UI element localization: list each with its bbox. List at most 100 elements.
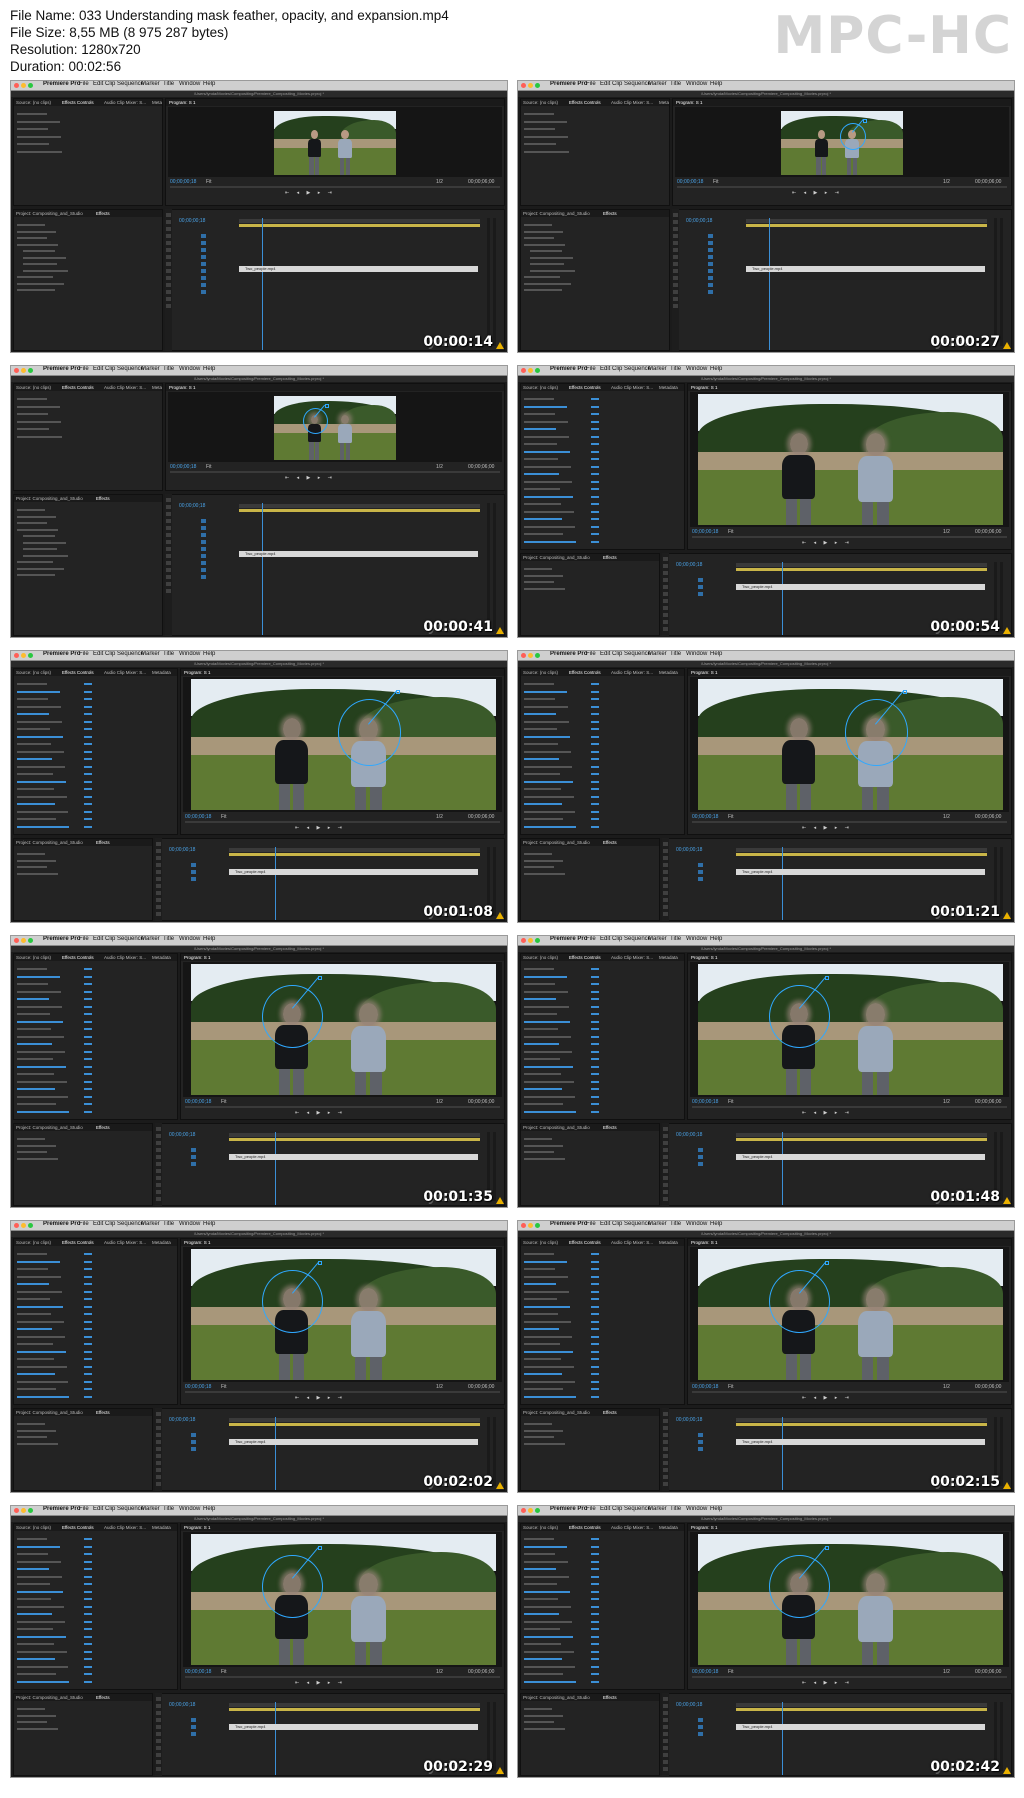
property-value[interactable]	[591, 1560, 599, 1563]
tool-icon[interactable]	[166, 262, 171, 266]
menu-item[interactable]: Edit	[93, 651, 103, 657]
property-value[interactable]	[591, 803, 599, 805]
property-value[interactable]	[591, 1050, 599, 1053]
tool-icon[interactable]	[663, 1426, 668, 1430]
effect-property-row[interactable]	[524, 1268, 555, 1270]
timeline-clip[interactable]: Two_people.mp4	[229, 1154, 478, 1160]
property-value[interactable]	[84, 1395, 92, 1398]
work-area-bar[interactable]	[229, 853, 480, 856]
effect-property-row[interactable]	[524, 690, 567, 693]
effect-property-row[interactable]	[524, 1598, 558, 1600]
property-value[interactable]	[591, 1328, 599, 1330]
time-ruler[interactable]	[736, 1133, 987, 1137]
video-viewer[interactable]	[690, 1247, 1009, 1382]
effect-property-row[interactable]	[17, 735, 63, 738]
effects-tree-item[interactable]	[17, 1708, 45, 1710]
effects-tree-item[interactable]	[23, 554, 68, 557]
property-value[interactable]	[84, 1050, 92, 1053]
property-value[interactable]	[84, 705, 92, 708]
property-value[interactable]	[591, 473, 599, 475]
property-value[interactable]	[591, 1643, 599, 1645]
property-value[interactable]	[591, 990, 599, 993]
property-value[interactable]	[84, 1058, 92, 1060]
timeline-timecode[interactable]: 00;00;00;18	[676, 562, 702, 568]
effect-property-row[interactable]	[524, 750, 571, 753]
mask-feather-handle[interactable]	[318, 1546, 322, 1551]
panel-tab[interactable]: Source: (no clips)	[16, 1240, 51, 1245]
panel-tab[interactable]: Audio Clip Mixer: S...	[611, 670, 653, 675]
property-value[interactable]	[591, 720, 599, 723]
effect-property-row[interactable]	[524, 1020, 570, 1023]
property-value[interactable]	[591, 1613, 599, 1615]
property-value[interactable]	[591, 1065, 599, 1068]
effect-property-row[interactable]	[524, 128, 555, 130]
panel-tab[interactable]: Metadata	[152, 385, 162, 390]
menu-item[interactable]: Marker	[141, 1506, 160, 1512]
effect-property-row[interactable]	[524, 435, 569, 438]
panel-tab[interactable]: Audio Clip Mixer: S...	[104, 670, 146, 675]
effect-property-row[interactable]	[524, 150, 569, 153]
panel-tab[interactable]: Audio Clip Mixer: S...	[611, 1525, 653, 1530]
timeline-clip[interactable]: Two_people.mp4	[736, 869, 985, 875]
menu-item[interactable]: Help	[203, 81, 215, 87]
tool-icon[interactable]	[156, 891, 161, 895]
property-value[interactable]	[591, 1290, 599, 1293]
menu-item[interactable]: Edit	[93, 81, 103, 87]
tool-icon[interactable]	[663, 1183, 668, 1187]
effect-property-row[interactable]	[17, 1560, 61, 1563]
effect-property-row[interactable]	[17, 1275, 61, 1278]
tool-icon[interactable]	[663, 898, 668, 902]
effects-tree-item[interactable]	[17, 561, 53, 563]
property-value[interactable]	[84, 1290, 92, 1293]
menu-item[interactable]: Window	[179, 936, 200, 942]
mask-ellipse[interactable]	[844, 699, 909, 766]
property-value[interactable]	[591, 533, 599, 535]
property-value[interactable]	[591, 480, 599, 483]
tool-icon[interactable]	[156, 912, 161, 916]
effect-property-row[interactable]	[524, 780, 573, 783]
transport-controls[interactable]: ⇤ ◂ ▶ ▸ ⇥	[285, 475, 335, 481]
effect-property-row[interactable]	[524, 1560, 568, 1563]
menu-item[interactable]: Sequence	[624, 81, 651, 87]
menu-item[interactable]: Help	[710, 366, 722, 372]
effect-property-row[interactable]	[524, 975, 567, 978]
property-value[interactable]	[591, 1358, 599, 1360]
tool-icon[interactable]	[156, 1426, 161, 1430]
panel-tab[interactable]: Source: (no clips)	[16, 1525, 51, 1530]
work-area-bar[interactable]	[736, 853, 987, 856]
timeline-timecode[interactable]: 00;00;00;18	[179, 218, 205, 224]
video-viewer[interactable]	[168, 392, 502, 462]
tool-icon[interactable]	[156, 1148, 161, 1152]
effect-property-row[interactable]	[524, 1058, 560, 1060]
panel-tab[interactable]: Effects Controls	[62, 1525, 94, 1530]
window-control-icon[interactable]	[535, 653, 540, 658]
effect-property-row[interactable]	[17, 720, 62, 723]
effect-property-row[interactable]	[17, 968, 47, 970]
effects-tree-item[interactable]	[17, 237, 47, 239]
effect-property-row[interactable]	[17, 1328, 52, 1330]
property-value[interactable]	[84, 1643, 92, 1645]
property-value[interactable]	[591, 1020, 599, 1023]
mask-feather-handle[interactable]	[396, 689, 401, 694]
effect-property-row[interactable]	[524, 1043, 559, 1045]
effect-property-row[interactable]	[524, 818, 563, 820]
track-target-icon[interactable]	[708, 283, 713, 287]
property-value[interactable]	[84, 818, 92, 820]
effect-property-row[interactable]	[524, 398, 554, 400]
menu-item[interactable]: Edit	[93, 1506, 103, 1512]
tool-icon[interactable]	[166, 589, 171, 593]
video-viewer[interactable]	[690, 677, 1009, 812]
effect-property-row[interactable]	[17, 143, 49, 145]
effect-property-row[interactable]	[17, 1095, 68, 1098]
property-value[interactable]	[591, 1253, 599, 1255]
window-control-icon[interactable]	[521, 1508, 526, 1513]
window-control-icon[interactable]	[21, 368, 26, 373]
work-area-bar[interactable]	[736, 568, 987, 571]
tool-icon[interactable]	[166, 554, 171, 558]
effects-tree-item[interactable]	[17, 1436, 47, 1438]
timeline-clip[interactable]: Two_people.mp4	[736, 1724, 985, 1730]
tool-icon[interactable]	[663, 1753, 668, 1757]
viewer-scrubber[interactable]	[692, 821, 1007, 823]
track-target-icon[interactable]	[708, 269, 713, 273]
effects-tree-item[interactable]	[524, 1442, 565, 1445]
